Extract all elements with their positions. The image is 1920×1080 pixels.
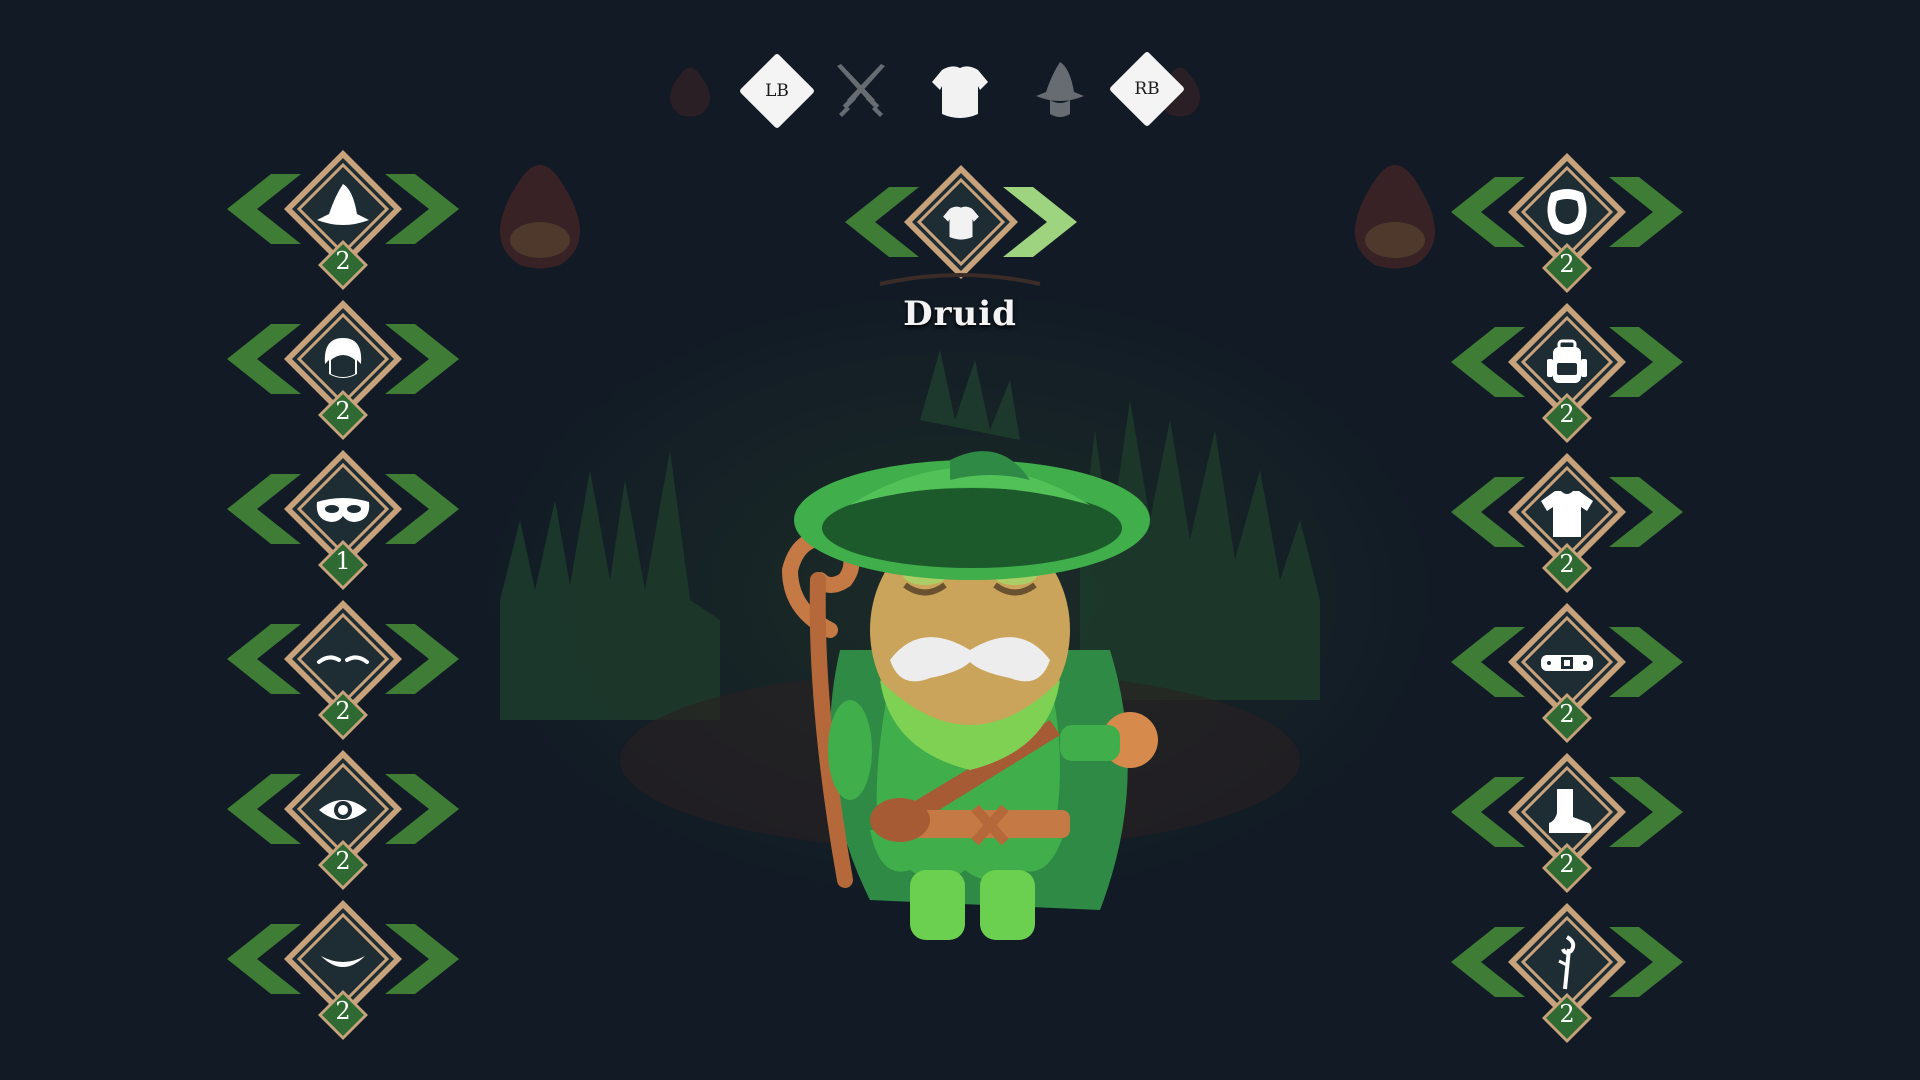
right-selector-beard: 2 [1451, 153, 1683, 295]
right-selector-backpack: 2 [1451, 303, 1683, 445]
left-next-arrow-1[interactable] [391, 322, 459, 396]
right-next-arrow-4[interactable] [1615, 775, 1683, 849]
variant-count: 2 [1559, 850, 1575, 878]
armor-prev-arrow[interactable] [845, 187, 913, 261]
left-selector-eye: 2 [227, 750, 459, 892]
right-next-arrow-1[interactable] [1615, 325, 1683, 399]
left-selector-mask: 1 [227, 450, 459, 592]
left-next-arrow-2[interactable] [391, 472, 459, 546]
armor-next-arrow[interactable] [1009, 187, 1077, 261]
character-class-title: Druid [903, 294, 1017, 334]
left-prev-arrow-2[interactable] [227, 472, 295, 546]
left-selector-wizard-hat: 2 [227, 150, 459, 292]
left-shoulder-label: LB [765, 81, 789, 101]
tab-armor[interactable] [924, 56, 996, 128]
left-next-arrow-0[interactable] [391, 172, 459, 246]
wizard-hat-icon [313, 180, 373, 240]
variant-count: 2 [335, 247, 351, 275]
armor-icon [943, 206, 979, 240]
backpack-icon [1537, 333, 1597, 393]
left-prev-arrow-3[interactable] [227, 622, 295, 696]
armor-icon [932, 66, 988, 118]
variant-count: 1 [335, 547, 351, 575]
left-prev-arrow-5[interactable] [227, 922, 295, 996]
variant-count: 2 [335, 997, 351, 1025]
right-prev-arrow-4[interactable] [1451, 775, 1519, 849]
shirt-icon [1537, 483, 1597, 543]
title-ornament [879, 273, 1041, 286]
left-selector-mouth: 2 [227, 900, 459, 1042]
mask-icon [313, 480, 373, 540]
mouth-icon [313, 930, 373, 990]
left-prev-arrow-0[interactable] [227, 172, 295, 246]
right-selector-shirt: 2 [1451, 453, 1683, 595]
tab-weapons[interactable] [825, 56, 897, 128]
right-next-arrow-5[interactable] [1615, 925, 1683, 999]
right-selector-staff: 2 [1451, 903, 1683, 1045]
left-shoulder-button[interactable]: LB [738, 52, 816, 130]
eyebrows-icon [313, 630, 373, 690]
right-next-arrow-3[interactable] [1615, 625, 1683, 699]
left-selector-hair: 2 [227, 300, 459, 442]
right-selector-boot: 2 [1451, 753, 1683, 895]
right-prev-arrow-1[interactable] [1451, 325, 1519, 399]
variant-count: 2 [335, 847, 351, 875]
right-prev-arrow-0[interactable] [1451, 175, 1519, 249]
variant-count: 2 [1559, 400, 1575, 428]
variant-count: 2 [1559, 250, 1575, 278]
crossed-swords-icon [837, 64, 885, 117]
right-next-arrow-2[interactable] [1615, 475, 1683, 549]
beard-icon [1537, 183, 1597, 243]
variant-count: 2 [335, 397, 351, 425]
belt-icon [1537, 633, 1597, 693]
right-shoulder-label: RB [1134, 79, 1160, 99]
left-prev-arrow-1[interactable] [227, 322, 295, 396]
variant-count: 2 [1559, 550, 1575, 578]
staff-icon [1537, 933, 1597, 993]
left-next-arrow-4[interactable] [391, 772, 459, 846]
right-prev-arrow-2[interactable] [1451, 475, 1519, 549]
variant-count: 2 [1559, 1000, 1575, 1028]
tab-wizard[interactable] [1024, 56, 1096, 128]
variant-count: 2 [1559, 700, 1575, 728]
right-prev-arrow-3[interactable] [1451, 625, 1519, 699]
right-next-arrow-0[interactable] [1615, 175, 1683, 249]
right-selector-belt: 2 [1451, 603, 1683, 745]
boot-icon [1537, 783, 1597, 843]
hair-icon [313, 330, 373, 390]
left-prev-arrow-4[interactable] [227, 772, 295, 846]
left-next-arrow-3[interactable] [391, 622, 459, 696]
variant-count: 2 [335, 697, 351, 725]
right-prev-arrow-5[interactable] [1451, 925, 1519, 999]
eye-icon [313, 780, 373, 840]
left-selector-eyebrows: 2 [227, 600, 459, 742]
armor-set-selector [845, 165, 1077, 285]
wizard-hat-icon [1036, 62, 1084, 117]
left-next-arrow-5[interactable] [391, 922, 459, 996]
right-shoulder-button[interactable]: RB [1108, 50, 1186, 128]
druid-character [781, 451, 1158, 940]
